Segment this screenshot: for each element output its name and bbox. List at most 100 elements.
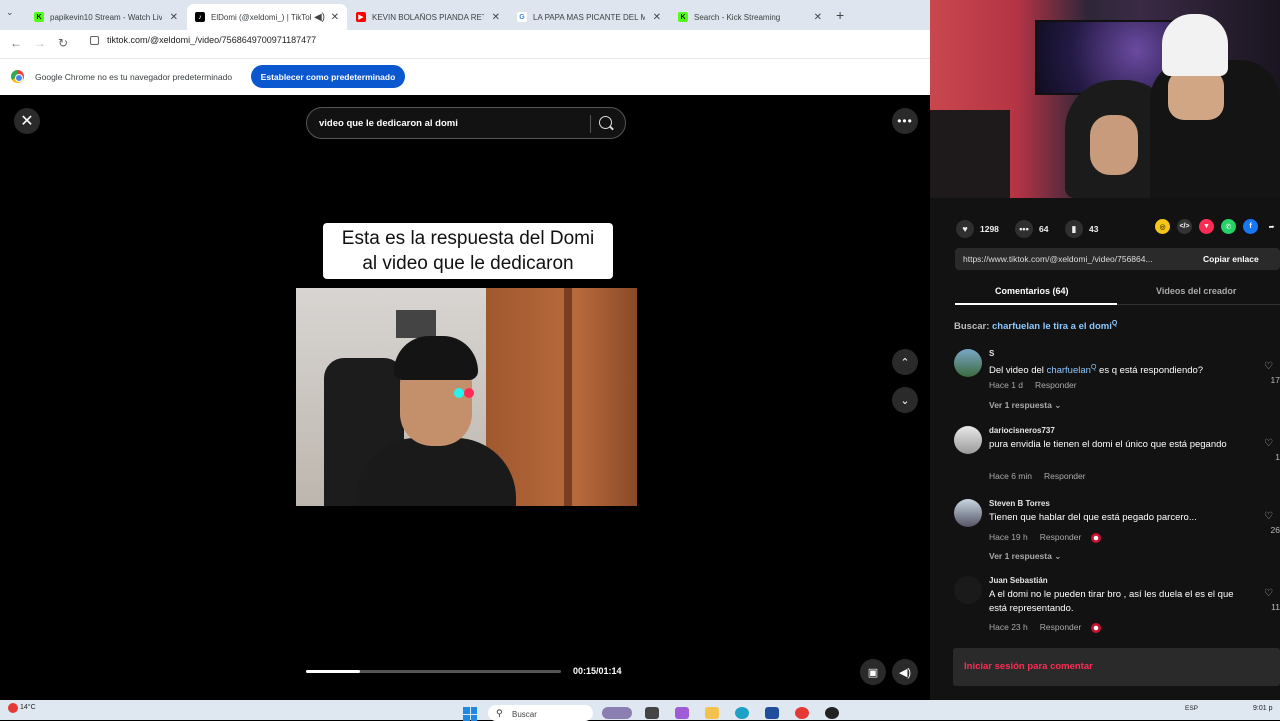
video-progress-bar[interactable] [306, 670, 561, 673]
search-divider [590, 115, 591, 133]
forward-icon[interactable]: → [34, 36, 46, 50]
default-browser-infobar: Google Chrome no es tu navegador predete… [0, 58, 930, 95]
avatar[interactable] [954, 576, 982, 604]
active-tab-indicator [955, 303, 1117, 305]
comment-username[interactable]: dariocisneros737 [989, 426, 1055, 435]
search-icon[interactable] [599, 116, 612, 129]
repost-icon[interactable]: ◎ [1155, 219, 1170, 234]
comment-username[interactable]: Juan Sebastián [989, 576, 1048, 585]
tab-creator-videos[interactable]: Videos del creador [1156, 286, 1236, 296]
video-caption: Esta es la respuesta del Domi al video q… [323, 223, 613, 279]
view-replies-label: Ver 1 respuesta [989, 400, 1052, 410]
chevron-down-icon: ⌄ [1054, 551, 1062, 561]
video-player[interactable]: video que le dedicaron al domi Esta es l… [296, 95, 637, 700]
comment-item: S Del video del charfuelanQ es q está re… [954, 349, 1280, 419]
kick-icon: K [34, 12, 44, 22]
comment-mention[interactable]: charfuelan [1047, 365, 1091, 376]
video-link[interactable]: https://www.tiktok.com/@xeldomi_/video/7… [963, 254, 1153, 264]
caption-line-2: al video que le dedicaron [362, 253, 574, 274]
audio-playing-icon[interactable]: ◀) [314, 12, 325, 23]
video-doorframe [564, 288, 572, 506]
caption-line-1: Esta es la respuesta del Domi [341, 228, 595, 249]
view-replies-button[interactable]: Ver 1 respuesta ⌄ [989, 400, 1061, 411]
video-time: 00:15/01:14 [573, 666, 622, 676]
floating-player-icon[interactable]: ▣ [860, 659, 886, 685]
search-small-icon: Q [1111, 320, 1118, 327]
send-icon[interactable]: ▼ [1199, 219, 1214, 234]
close-tab-icon[interactable]: ✕ [653, 12, 661, 23]
store-icon[interactable] [765, 707, 779, 719]
login-to-comment-button[interactable]: Iniciar sesión para comentar [953, 648, 1280, 686]
taskbar-taskview-icon[interactable] [645, 707, 659, 719]
reply-button[interactable]: Responder [1035, 380, 1077, 390]
tab-kick-search[interactable]: K Search - Kick Streaming ✕ [670, 4, 830, 30]
taskbar-search[interactable]: ⚲ Buscar [488, 705, 593, 721]
reload-icon[interactable]: ↻ [58, 36, 68, 50]
weather-icon[interactable] [8, 703, 18, 713]
comment-like-icon[interactable]: ♡ [1264, 438, 1273, 449]
tab-title: papikevin10 Stream - Watch Live [50, 12, 162, 22]
reply-button[interactable]: Responder [1044, 471, 1086, 481]
search-query: video que le dedicaron al domi [319, 118, 458, 129]
comment-like-icon[interactable]: ♡ [1264, 361, 1273, 372]
comment-stat[interactable]: ••• 64 [1015, 220, 1048, 238]
comment-like-icon[interactable]: ♡ [1264, 588, 1273, 599]
language-indicator[interactable]: ESP [1185, 705, 1198, 712]
new-tab-button[interactable]: + [836, 7, 844, 23]
app-taskbar-icon[interactable] [825, 707, 839, 719]
windows-start-icon[interactable] [463, 707, 477, 721]
whatsapp-icon[interactable]: ✆ [1221, 219, 1236, 234]
close-tab-icon[interactable]: ✕ [331, 12, 339, 23]
comment-meta: Hace 1 d Responder [989, 380, 1077, 390]
share-arrow-icon[interactable]: ➦ [1264, 219, 1279, 234]
chrome-taskbar-icon[interactable] [795, 707, 809, 719]
browser-toolbar: ← → ↻ tiktok.com/@xeldomi_/video/7568649… [0, 30, 930, 58]
avatar[interactable] [954, 426, 982, 454]
set-default-button[interactable]: Establecer como predeterminado [251, 65, 405, 88]
tab-google-papa[interactable]: G LA PAPA MAS PICANTE DEL MUNDO ✕ [509, 4, 669, 30]
close-tab-icon[interactable]: ✕ [170, 12, 178, 23]
weather-temp[interactable]: 14°C [20, 704, 36, 711]
view-replies-button[interactable]: Ver 1 respuesta ⌄ [989, 551, 1061, 562]
taskbar-copilot-icon[interactable] [675, 707, 689, 719]
taskbar-widget-icon[interactable] [602, 707, 632, 719]
previous-video-icon[interactable]: ⌃ [892, 349, 918, 375]
address-bar[interactable]: tiktok.com/@xeldomi_/video/7568649700971… [90, 35, 316, 45]
reply-button[interactable]: Responder [1040, 532, 1082, 542]
back-icon[interactable]: ← [10, 36, 22, 50]
facebook-icon[interactable]: f [1243, 219, 1258, 234]
tab-youtube-kevin[interactable]: ▶ KEVIN BOLAÑOS PIANDA RETO ✕ [348, 4, 508, 30]
copy-link-button[interactable]: Copiar enlace [1203, 254, 1259, 264]
tab-comments[interactable]: Comentarios (64) [995, 286, 1069, 296]
close-tab-icon[interactable]: ✕ [492, 12, 500, 23]
comment-like-count: 11 [1271, 602, 1280, 612]
search-input[interactable]: video que le dedicaron al domi [306, 107, 626, 139]
comment-like-icon[interactable]: ♡ [1264, 511, 1273, 522]
site-info-icon[interactable] [90, 35, 99, 45]
comment-username[interactable]: S [989, 349, 994, 358]
tab-list-chevron-icon[interactable]: ⌄ [6, 7, 14, 18]
login-label: Iniciar sesión para comentar [964, 661, 1093, 672]
close-tab-icon[interactable]: ✕ [814, 12, 822, 23]
close-icon[interactable]: ✕ [14, 108, 40, 134]
file-explorer-icon[interactable] [705, 707, 719, 719]
chevron-down-icon: ⌄ [1054, 400, 1062, 410]
save-stat[interactable]: ▮ 43 [1065, 220, 1098, 238]
avatar[interactable] [954, 499, 982, 527]
edge-icon[interactable] [735, 707, 749, 719]
related-search-term[interactable]: charfuelan le tira a el domi [992, 321, 1112, 332]
next-video-icon[interactable]: ⌄ [892, 387, 918, 413]
loading-dot-cyan [454, 388, 464, 398]
avatar[interactable] [954, 349, 982, 377]
tab-tiktok-eldomi[interactable]: ♪ ElDomi (@xeldomi_) | TikTok ◀) ✕ [187, 4, 347, 30]
like-count: 1298 [980, 224, 999, 234]
like-stat[interactable]: ♥ 1298 [956, 220, 999, 238]
reply-button[interactable]: Responder [1040, 622, 1082, 632]
more-options-icon[interactable]: ••• [892, 108, 918, 134]
volume-icon[interactable]: ◀) [892, 659, 918, 685]
embed-icon[interactable]: </> [1177, 219, 1192, 234]
clock[interactable]: 9:01 p [1253, 705, 1272, 712]
tab-kick-papikevin[interactable]: K papikevin10 Stream - Watch Live ✕ [26, 4, 186, 30]
comment-username[interactable]: Steven B Torres [989, 499, 1050, 508]
tab-title: ElDomi (@xeldomi_) | TikTok [211, 12, 311, 22]
